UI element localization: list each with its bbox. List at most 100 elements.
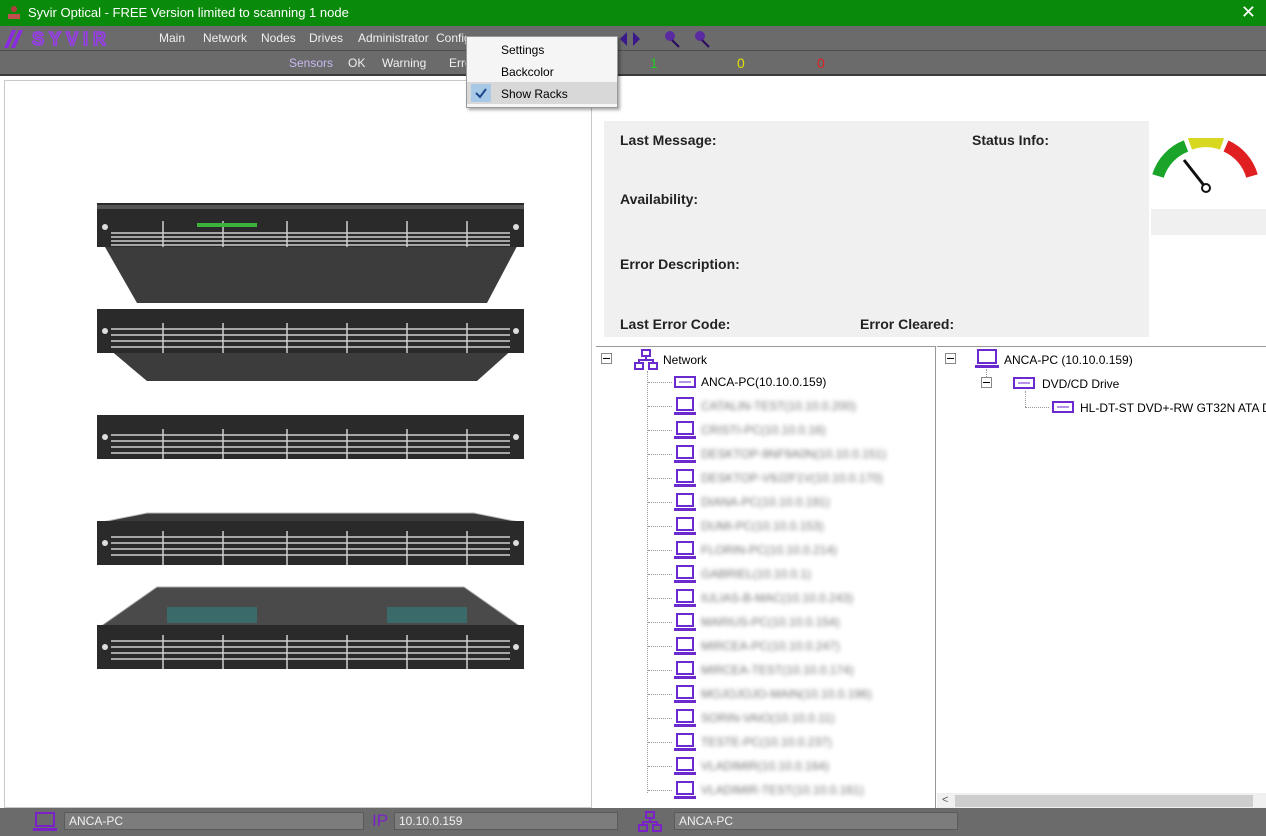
network-node-label[interactable]: FLORIN-PC(10.10.0.214): [701, 543, 837, 557]
server-rack-2[interactable]: [97, 309, 524, 383]
menu-network[interactable]: Network: [203, 31, 247, 45]
menu-item-backcolor[interactable]: Backcolor: [467, 60, 617, 82]
network-node-label[interactable]: GABRIEL(10.10.0.1): [701, 567, 811, 581]
laptop-icon: [674, 589, 696, 607]
collapse-icon[interactable]: [981, 377, 992, 388]
sensors-label: Sensors: [289, 56, 334, 70]
warning-count: 0: [737, 55, 745, 71]
drive-label[interactable]: HL-DT-ST DVD+-RW GT32N ATA Device: [1080, 401, 1266, 415]
menu-administrator[interactable]: Administrator: [358, 31, 429, 45]
settings-label: Settings: [501, 43, 545, 57]
network-tree[interactable]: Network ANCA-PC(10.10.0.159) CATALIN-TEST…: [596, 346, 936, 808]
dvd-drive-icon: [1052, 401, 1074, 413]
server-rack-1[interactable]: [97, 203, 524, 307]
menu-drives[interactable]: Drives: [309, 31, 343, 45]
close-icon[interactable]: ✕: [1241, 2, 1256, 23]
collapse-icon[interactable]: [945, 353, 956, 364]
laptop-icon: [674, 613, 696, 631]
network-node-label[interactable]: CRISTI-PC(10.10.0.16): [701, 423, 826, 437]
computer-icon: [975, 349, 999, 368]
syvir-logo: SYVIR: [2, 28, 134, 53]
pin-alt-icon[interactable]: [692, 29, 712, 49]
network-node-label[interactable]: ANCA-PC(10.10.0.159): [701, 375, 826, 389]
status-bar: ANCA-PC IP 10.10.0.159 ANCA-PC: [0, 808, 1266, 836]
arrows-icon[interactable]: [618, 29, 648, 49]
sensor-warning-label[interactable]: Warning: [382, 56, 426, 70]
tree-line: [648, 790, 672, 791]
network-node-label[interactable]: DESKTOP-V9J2F1V(10.10.0.170): [701, 471, 883, 485]
node-info-panel: Last Message: Status Info: Availability:…: [604, 121, 1149, 337]
collapse-icon[interactable]: [601, 353, 612, 364]
tree-line: [648, 454, 672, 455]
network-node-label[interactable]: VLADIMIR-TEST(10.10.0.161): [701, 783, 864, 797]
menu-bar: Main Network Nodes Drives Administrator …: [0, 26, 1266, 51]
tree-line: [1025, 391, 1026, 407]
app-icon: [8, 6, 20, 19]
network-node-label[interactable]: IULIAS-B-MAC(10.10.0.243): [701, 591, 853, 605]
server-rack-5[interactable]: [97, 585, 524, 673]
laptop-icon: [674, 685, 696, 703]
network-node-label[interactable]: VLADIMIR(10.10.0.164): [701, 759, 829, 773]
window-title: Syvir Optical - FREE Version limited to …: [28, 5, 349, 20]
show-racks-label: Show Racks: [501, 87, 568, 101]
tree-line: [648, 574, 672, 575]
scroll-left-icon[interactable]: <: [942, 794, 948, 806]
tree-line: [648, 694, 672, 695]
menu-configuration[interactable]: Configuration: [436, 31, 466, 45]
tree-line: [648, 766, 672, 767]
laptop-icon: [674, 445, 696, 463]
network-node-label[interactable]: DESKTOP-9NF9A0N(10.10.0.151): [701, 447, 886, 461]
laptop-icon: [674, 493, 696, 511]
tree-line: [648, 502, 672, 503]
network-node-label[interactable]: MARIUS-PC(10.10.0.154): [701, 615, 840, 629]
device-tree[interactable]: ANCA-PC (10.10.0.159) DVD/CD Drive HL-DT…: [937, 346, 1266, 808]
menu-main[interactable]: Main: [159, 31, 185, 45]
laptop-icon: [674, 661, 696, 679]
tree-line: [648, 598, 672, 599]
tree-line: [648, 550, 672, 551]
availability-label: Availability:: [620, 191, 699, 207]
status-gauge-icon: [1152, 138, 1258, 193]
network-node-label[interactable]: MIRCEA-TEST(10.10.0.174): [701, 663, 854, 677]
drive-group-label[interactable]: DVD/CD Drive: [1042, 377, 1119, 391]
title-bar: Syvir Optical - FREE Version limited to …: [0, 0, 1266, 26]
node-name-field: ANCA-PC: [64, 812, 364, 830]
error-count: 0: [817, 55, 825, 71]
server-rack-4[interactable]: [97, 511, 524, 567]
pin-icon[interactable]: [662, 29, 682, 49]
last-message-label: Last Message:: [620, 132, 717, 148]
network-node-label[interactable]: DUMI-PC(10.10.0.153): [701, 519, 824, 533]
network-node-label[interactable]: MIRCEA-PC(10.10.0.247): [701, 639, 840, 653]
computer-icon: [33, 812, 57, 831]
menu-nodes[interactable]: Nodes: [261, 31, 296, 45]
logo-text: SYVIR: [32, 29, 111, 49]
scrollbar-thumb[interactable]: [955, 795, 1253, 807]
tree-line: [648, 382, 672, 383]
tree-line: [648, 742, 672, 743]
network-node-label[interactable]: DIANA-PC(10.10.0.191): [701, 495, 830, 509]
tree-line: [648, 718, 672, 719]
checkmark-icon: [471, 84, 491, 102]
sensor-ok-label[interactable]: OK: [348, 56, 365, 70]
network-icon: [638, 811, 662, 832]
laptop-icon: [674, 709, 696, 727]
laptop-icon: [674, 421, 696, 439]
menu-item-show-racks[interactable]: Show Racks: [467, 82, 617, 104]
tree-line: [1025, 407, 1049, 408]
sensor-error-label[interactable]: Error: [449, 56, 467, 70]
network-root-label[interactable]: Network: [663, 353, 707, 367]
server-rack-3[interactable]: [97, 415, 524, 461]
laptop-icon: [674, 517, 696, 535]
network-node-label[interactable]: SORIN-VAIO(10.10.0.11): [701, 711, 835, 725]
status-info-label: Status Info:: [972, 132, 1049, 148]
network-node-label[interactable]: MOJOJOJO-MAIN(10.10.0.196): [701, 687, 872, 701]
horizontal-scrollbar[interactable]: <: [937, 793, 1266, 808]
selected-node-icon: [674, 376, 696, 388]
tree-line: [648, 646, 672, 647]
sensors-bar: Sensors OK Warning Error 1 0 0: [0, 51, 1266, 76]
menu-item-settings[interactable]: Settings: [467, 38, 617, 60]
network-node-label[interactable]: CATALIN-TEST(10.10.0.200): [701, 399, 856, 413]
error-description-label: Error Description:: [620, 256, 740, 272]
network-node-label[interactable]: TESTE-PC(10.10.0.237): [701, 735, 832, 749]
device-root-label[interactable]: ANCA-PC (10.10.0.159): [1004, 353, 1133, 367]
